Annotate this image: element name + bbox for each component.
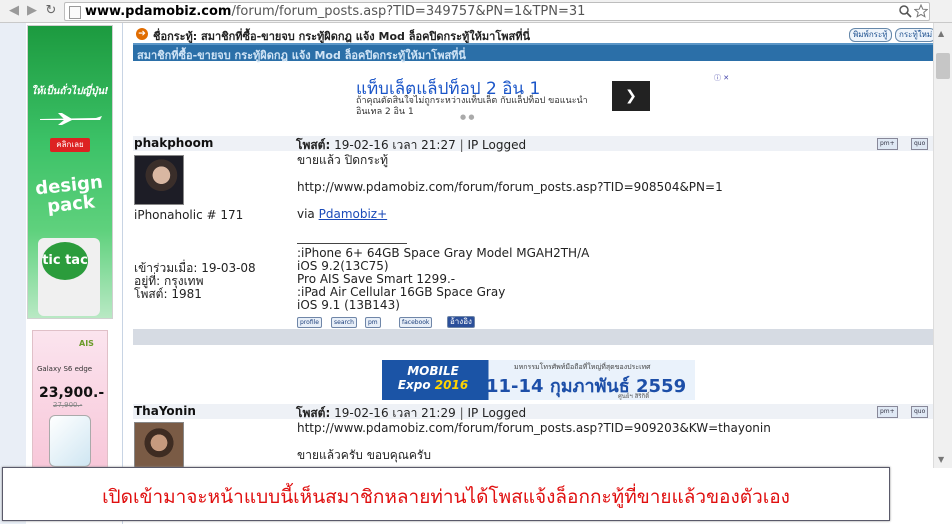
report-post-icon[interactable]: pm+: [877, 406, 898, 418]
ad-title: design pack: [34, 171, 104, 218]
logo-word: Expo: [397, 378, 431, 392]
post-header: ThaYonin โพสต์: 19-02-16 เวลา 21:29 | IP…: [133, 404, 933, 420]
posted-label: โพสต์:: [296, 406, 331, 420]
via-prefix: via: [297, 207, 319, 221]
search-icon[interactable]: [899, 5, 912, 18]
post-text: ขายแล้ว ปิดกระทู้: [297, 153, 389, 167]
post-link-text: http://www.pdamobiz.com/forum/forum_post…: [297, 180, 723, 194]
post-text: ขายแล้วครับ ขอบคุณครับ: [297, 448, 431, 462]
posted-label: โพสต์:: [296, 138, 331, 152]
post-via: via Pdamobiz+: [297, 207, 387, 221]
logo-line1: MOBILE: [407, 364, 459, 378]
print-topic-button[interactable]: พิมพ์กระทู้: [849, 28, 892, 42]
address-bar[interactable]: www.pdamobiz.com/forum/forum_posts.asp?T…: [64, 2, 930, 21]
ip-logged: IP Logged: [467, 138, 527, 152]
ad-model: Galaxy S6 edge: [37, 365, 93, 373]
url-path: /forum/forum_posts.asp?TID=349757&PN=1&T…: [231, 4, 586, 19]
quote-post-icon[interactable]: quo: [911, 138, 929, 150]
sidebar-ad-tictac[interactable]: ให้เป็นถั่วไปญี่ปุ่น! คลิกเลย design pac…: [27, 25, 113, 319]
post-time: 19-02-16 เวลา 21:29: [334, 406, 456, 420]
url-host: www.pdamobiz.com: [85, 4, 232, 19]
logo-year: 2016: [434, 378, 469, 392]
quote-post-icon[interactable]: quo: [911, 406, 929, 418]
ad-price: 23,900.-: [39, 385, 105, 401]
profile-button[interactable]: profile: [297, 317, 322, 328]
pm-button[interactable]: pm: [365, 317, 381, 328]
post-author[interactable]: phakphoom: [134, 136, 213, 150]
forward-button[interactable]: ▶: [24, 3, 40, 19]
topic-header: ➔ ชื่อกระทู้: สมาชิกที่ซื้อ-ขายจบ กระทู้…: [133, 25, 937, 43]
scroll-up-icon[interactable]: ▲: [938, 29, 944, 38]
signature-rule: [297, 243, 407, 244]
avatar: [134, 155, 184, 205]
scrollbar-thumb[interactable]: [936, 53, 950, 79]
scroll-down-icon[interactable]: ▼: [938, 455, 944, 464]
ad-old-price: 27,900.-: [53, 401, 83, 409]
ad-banner-top[interactable]: แท็บเล็ตแล็ปท็อป 2 อิน 1 ถ้าคุณตัดสินใจไ…: [348, 72, 730, 121]
ad-tagline: ให้เป็นถั่วไปญี่ปุ่น!: [31, 86, 109, 97]
ad-description: ถ้าคุณตัดสินใจไม่ถูกระหว่างแท็บเล็ต กับแ…: [356, 96, 588, 117]
ad-next-button[interactable]: ❯: [612, 81, 650, 111]
signature-line: :iPhone 6+ 64GB Space Gray Model MGAH2TH…: [297, 246, 590, 260]
back-button[interactable]: ◀: [6, 3, 22, 19]
post-header: phakphoom โพสต์: 19-02-16 เวลา 21:27 | I…: [133, 136, 933, 152]
expo-venue: ศูนย์ฯ สิริกิติ์: [618, 393, 650, 400]
topic-bar-title: สมาชิกที่ซื้อ-ขายจบ กระทู้ผิดกฎ แจ้ง Mod…: [137, 49, 466, 62]
quote-button[interactable]: อ้างอิง: [447, 316, 475, 328]
expo-dates: 11-14 กุมภาพันธ์ 2559: [486, 376, 687, 397]
reload-button[interactable]: ↻: [43, 3, 59, 19]
ad-click-button[interactable]: คลิกเลย: [50, 138, 90, 152]
star-icon[interactable]: [914, 4, 928, 18]
signature-line: iOS 9.1 (13B143): [297, 298, 400, 312]
ad-choices-icon[interactable]: ⓘ ✕: [714, 73, 729, 83]
vertical-scrollbar[interactable]: ▲ ▼: [933, 23, 952, 468]
logo-line2: Expo 2016: [388, 378, 478, 392]
phone-image: [49, 415, 91, 467]
avatar: [134, 422, 184, 468]
post-separator: [133, 329, 933, 345]
expo-logo: MOBILE Expo 2016: [388, 364, 478, 396]
arrow-right-icon: ➔: [136, 28, 148, 40]
user-joined: เข้าร่วมเมื่อ: 19-03-08: [134, 261, 256, 275]
post-author[interactable]: ThaYonin: [134, 404, 196, 418]
search-button[interactable]: search: [331, 317, 357, 328]
plane-icon: [40, 113, 102, 125]
sidebar-ad-ais[interactable]: AIS Galaxy S6 edge 23,900.- 27,900.-: [32, 330, 108, 468]
report-post-icon[interactable]: pm+: [877, 138, 898, 150]
ad-banner-mobile-expo[interactable]: MOBILE Expo 2016 มหกรรมโทรศัพท์มือถือที่ใ…: [382, 360, 695, 400]
user-post-count: โพสต์: 1981: [134, 287, 202, 301]
signature-line: :iPad Air Cellular 16GB Space Gray: [297, 285, 506, 299]
signature-line: iOS 9.2(13C75): [297, 259, 389, 273]
ip-logged: IP Logged: [467, 406, 527, 420]
post-link-text: http://www.pdamobiz.com/forum/forum_post…: [297, 421, 771, 435]
signature-line: Pro AIS Save Smart 1299.-: [297, 272, 456, 286]
tictac-logo: tic tac: [42, 242, 88, 280]
left-gutter: [0, 23, 26, 524]
ad-pager-dots: ● ●: [460, 113, 475, 121]
ad-brand: AIS: [79, 339, 94, 348]
caption-text: เปิดเข้ามาจะหน้าแบบนี้เห็นสมาชิกหลายท่าน…: [102, 486, 790, 508]
facebook-button[interactable]: facebook: [399, 317, 433, 328]
url-text: www.pdamobiz.com/forum/forum_posts.asp?T…: [85, 4, 585, 19]
post-time: 19-02-16 เวลา 21:27: [334, 138, 456, 152]
caption-box: เปิดเข้ามาจะหน้าแบบนี้เห็นสมาชิกหลายท่าน…: [2, 467, 890, 521]
sidebar-divider: [122, 23, 123, 524]
new-topic-button[interactable]: กระทู้ใหม่: [895, 28, 937, 42]
user-rank: iPhonaholic # 171: [134, 208, 244, 222]
page-icon: [69, 6, 81, 19]
via-link[interactable]: Pdamobiz+: [319, 207, 388, 221]
user-location: อยู่ที่: กรุงเทพ: [134, 274, 204, 288]
topic-bar: สมาชิกที่ซื้อ-ขายจบ กระทู้ผิดกฎ แจ้ง Mod…: [133, 43, 933, 62]
